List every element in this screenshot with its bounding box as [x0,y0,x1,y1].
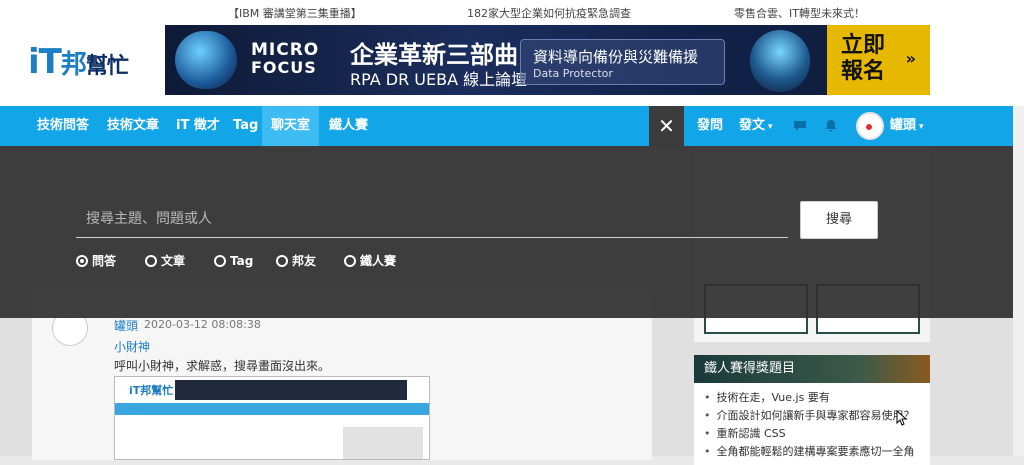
banner-subtitle: RPA DR UEBA 線上論壇 [350,70,528,89]
screenshot-panel [343,427,423,459]
user-avatar[interactable] [856,112,884,140]
nav-item-articles[interactable]: 技術文章 [98,106,168,146]
chevron-down-icon: ▾ [919,122,924,132]
radio-unchecked-icon [145,255,157,267]
screenshot-banner [175,380,407,400]
logo-help: 幫忙 [85,54,129,79]
award-heading: 鐵人賽得獎題目 [694,355,930,383]
nav-item-jobs[interactable]: iT 徵才 [167,106,229,146]
ask-button[interactable]: 發問 [688,106,732,146]
chat-icon[interactable] [793,119,807,135]
award-item[interactable]: 介面設計如何讓新手與專家都容易使用？ [704,407,915,425]
banner-box-sub: Data Protector [533,67,613,80]
bell-icon[interactable] [825,119,837,135]
radio-qa[interactable]: 問答 [76,253,116,269]
radio-unchecked-icon [344,255,356,267]
nav-item-ironman[interactable]: 鐵人賽 [320,106,377,146]
top-link-strip: 【IBM 審講堂第三集重播】 182家大型企業如何抗疫緊急調查 零售合雲、IT轉… [0,0,1024,24]
post-menu-button[interactable]: 發文 ▾ [730,106,782,146]
nav-item-chatroom[interactable]: 聊天室 [262,106,320,146]
radio-ironman[interactable]: 鐵人賽 [344,253,396,269]
banner-title: 企業革新三部曲 [350,41,518,69]
close-icon: ✕ [658,114,675,138]
award-list: 技術在走，Vue.js 要有 介面設計如何讓新手與專家都容易使用？ 重新認識 C… [704,389,915,461]
banner-cta-label: 立即報名 [841,33,886,84]
search-overlay: 搜尋 問答 文章 Tag 邦友 鐵人賽 [0,146,1013,318]
award-topics-panel: 鐵人賽得獎題目 技術在走，Vue.js 要有 介面設計如何讓新手與專家都容易使用… [694,355,930,465]
post-time: 2020-03-12 08:08:38 [144,318,261,331]
post-author[interactable]: 罐頭 [114,317,138,334]
nav-item-qa[interactable]: 技術問答 [28,106,98,146]
chevron-down-icon: ▾ [768,122,773,132]
nav-item-tag[interactable]: Tag [224,106,267,146]
search-input[interactable] [76,200,788,238]
chevron-right-icon: » [905,49,916,68]
user-name: 罐頭 [890,118,917,133]
ad-banner[interactable]: MICRO FOCUS 企業革新三部曲 RPA DR UEBA 線上論壇 資料導向… [165,25,930,95]
top-link-3[interactable]: 零售合雲、IT轉型未來式！ [734,5,865,21]
user-menu-button[interactable]: 罐頭 ▾ [881,106,933,146]
post-body: 呼叫小財神，求解惑，搜尋畫面沒出來。 [114,359,331,373]
logo-bang: 邦 [60,50,87,80]
reply-to-user[interactable]: 小財神 [114,338,150,355]
top-link-1[interactable]: 【IBM 審講堂第三集重播】 [228,5,362,21]
banner-box-title: 資料導向備份與災難備援 [533,48,699,66]
site-logo[interactable]: iT邦幫忙 [28,42,129,82]
radio-unchecked-icon [276,255,288,267]
award-item[interactable]: 技術在走，Vue.js 要有 [704,389,915,407]
screenshot-logo: iT邦幫忙 [129,384,174,397]
top-link-2[interactable]: 182家大型企業如何抗疫緊急調查 [467,5,631,21]
banner-product-box: 資料導向備份與災難備援 Data Protector [520,39,725,85]
search-button[interactable]: 搜尋 [800,201,878,239]
radio-tag[interactable]: Tag [214,253,253,269]
radio-checked-icon [76,255,88,267]
micro-focus-logo: MICRO FOCUS [251,40,320,77]
radio-articles[interactable]: 文章 [145,253,185,269]
site-header: iT邦幫忙 MICRO FOCUS 企業革新三部曲 RPA DR UEBA 線上論… [0,24,1024,106]
robot-illustration-2 [750,30,810,92]
award-item[interactable]: 重新認識 CSS [704,425,915,443]
robot-illustration [175,31,237,89]
award-item[interactable]: 全角都能輕鬆的建構專案要素應切一全角 [704,443,915,461]
scrollbar[interactable] [1013,106,1024,456]
logo-it: iT [28,42,62,82]
radio-users[interactable]: 邦友 [276,253,316,269]
post-menu-label: 發文 [739,118,766,133]
screenshot-nav [115,403,429,415]
banner-cta-button[interactable]: 立即報名 » [827,25,930,95]
radio-unchecked-icon [214,255,226,267]
main-nav: 技術問答 技術文章 iT 徵才 Tag 聊天室 鐵人賽 ✕ 發問 發文 ▾ 罐頭 ▾ [0,106,1013,146]
mouse-cursor-icon [896,409,908,430]
embedded-screenshot[interactable]: iT邦幫忙 [114,376,430,460]
close-search-button[interactable]: ✕ [649,106,684,146]
